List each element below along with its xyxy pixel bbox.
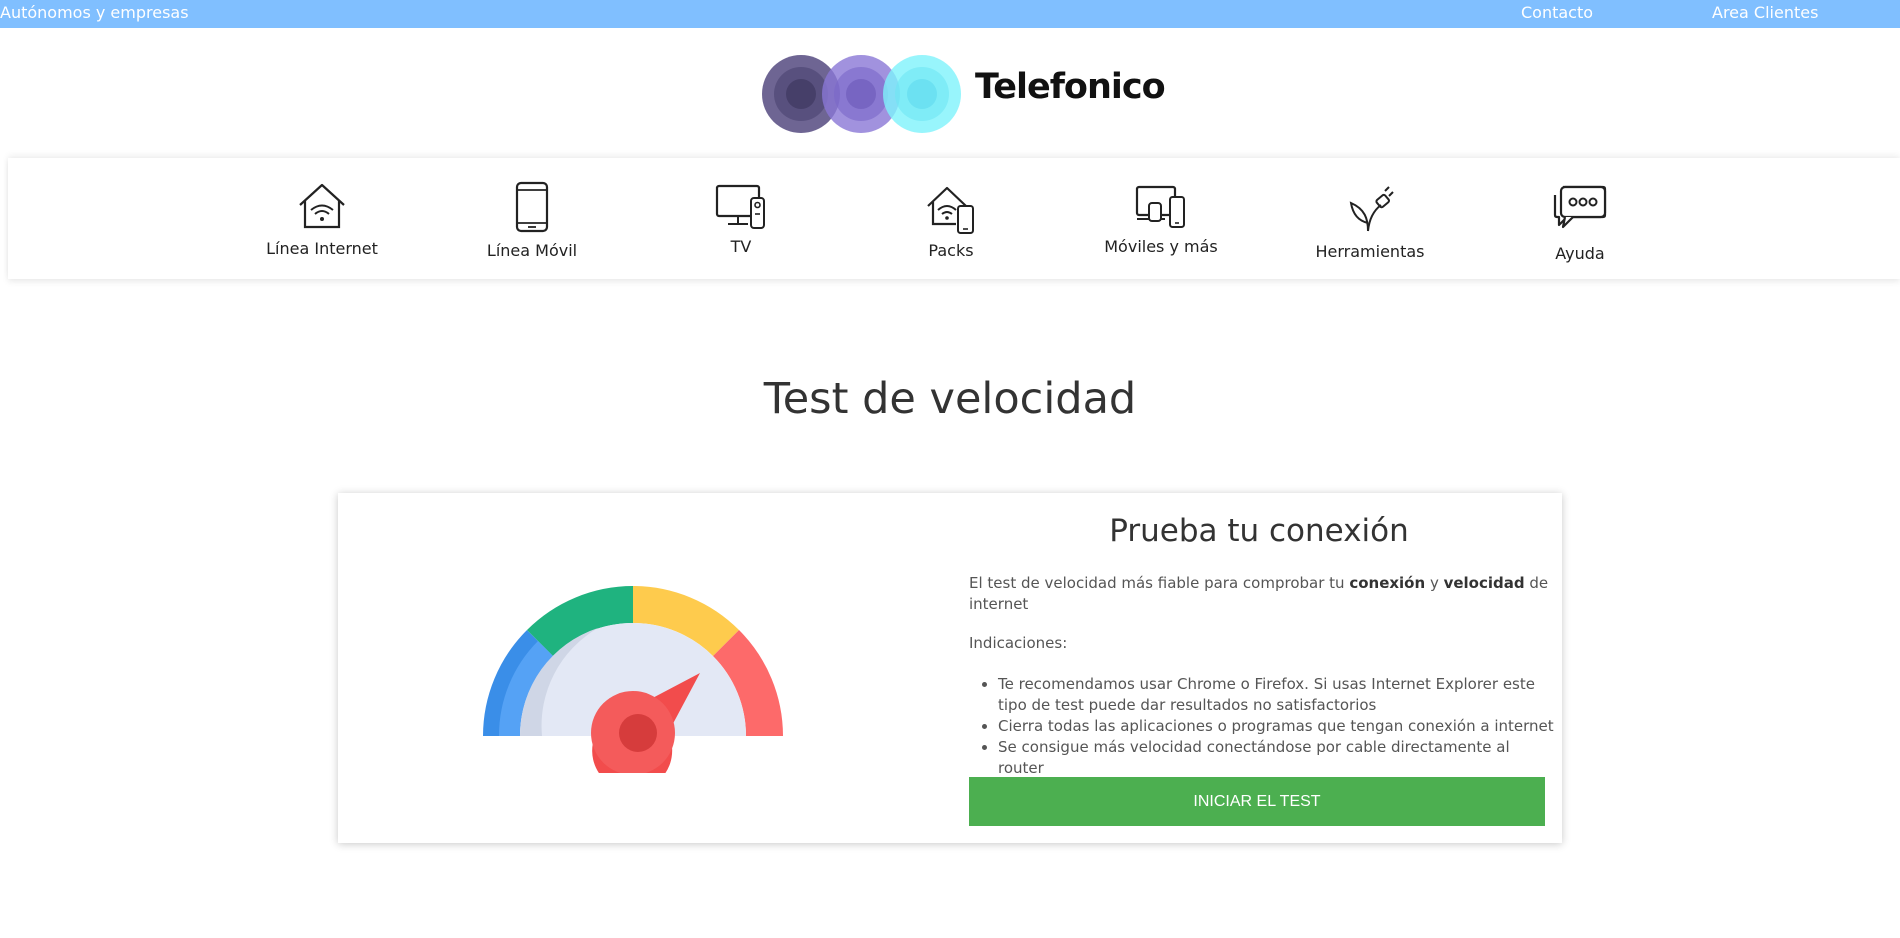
list-item: Cierra todas las aplicaciones o programa…: [998, 716, 1558, 737]
chat-bubble-icon: [1553, 185, 1607, 229]
indications-list: Te recomendamos usar Chrome o Firefox. S…: [998, 674, 1558, 779]
nav-label: Línea Móvil: [486, 241, 578, 260]
nav-label: Packs: [928, 241, 974, 260]
main-nav: Línea Internet Línea Móvil TV Packs Móvi…: [8, 158, 1900, 279]
nav-label: Línea Internet: [266, 239, 378, 258]
devices-icon: [1135, 185, 1185, 228]
nav-label: Herramientas: [1315, 242, 1425, 261]
brand-logo[interactable]: Telefonico: [760, 52, 1180, 136]
smartphone-icon: [515, 181, 549, 233]
house-wifi-icon: [299, 183, 345, 229]
tv-remote-icon: [715, 184, 765, 229]
indications-label: Indicaciones:: [969, 634, 1068, 652]
brand-name: Telefonico: [975, 67, 1166, 107]
nav-item-tv[interactable]: TV: [641, 158, 841, 279]
list-item: Te recomendamos usar Chrome o Firefox. S…: [998, 674, 1558, 716]
house-phone-icon: [927, 186, 974, 234]
nav-item-linea-internet[interactable]: Línea Internet: [222, 158, 422, 279]
nav-item-ayuda[interactable]: Ayuda: [1480, 158, 1680, 279]
nav-item-herramientas[interactable]: Herramientas: [1270, 158, 1470, 279]
autonomos-empresas-link[interactable]: Autónomos y empresas: [0, 3, 189, 22]
speed-test-card: Prueba tu conexión El test de velocidad …: [338, 493, 1562, 843]
logo-circles-icon: [762, 55, 961, 133]
plug-leaf-icon: [1349, 186, 1394, 232]
nav-label: Móviles y más: [1104, 237, 1218, 256]
nav-label: Ayuda: [1555, 244, 1605, 263]
card-heading: Prueba tu conexión: [1109, 513, 1409, 549]
page-title: Test de velocidad: [763, 374, 1137, 424]
top-bar: Autónomos y empresas Contacto Area Clien…: [0, 0, 1900, 28]
contact-link[interactable]: Contacto: [1521, 3, 1593, 22]
start-test-button[interactable]: INICIAR EL TEST: [969, 777, 1545, 826]
client-area-link[interactable]: Area Clientes: [1712, 3, 1818, 22]
nav-item-linea-movil[interactable]: Línea Móvil: [432, 158, 632, 279]
card-description: El test de velocidad más fiable para com…: [969, 574, 1549, 613]
nav-label: TV: [730, 237, 752, 256]
speedometer-icon: [483, 586, 783, 773]
nav-item-moviles[interactable]: Móviles y más: [1061, 158, 1261, 279]
list-item: Se consigue más velocidad conectándose p…: [998, 737, 1558, 779]
nav-item-packs[interactable]: Packs: [851, 158, 1051, 279]
